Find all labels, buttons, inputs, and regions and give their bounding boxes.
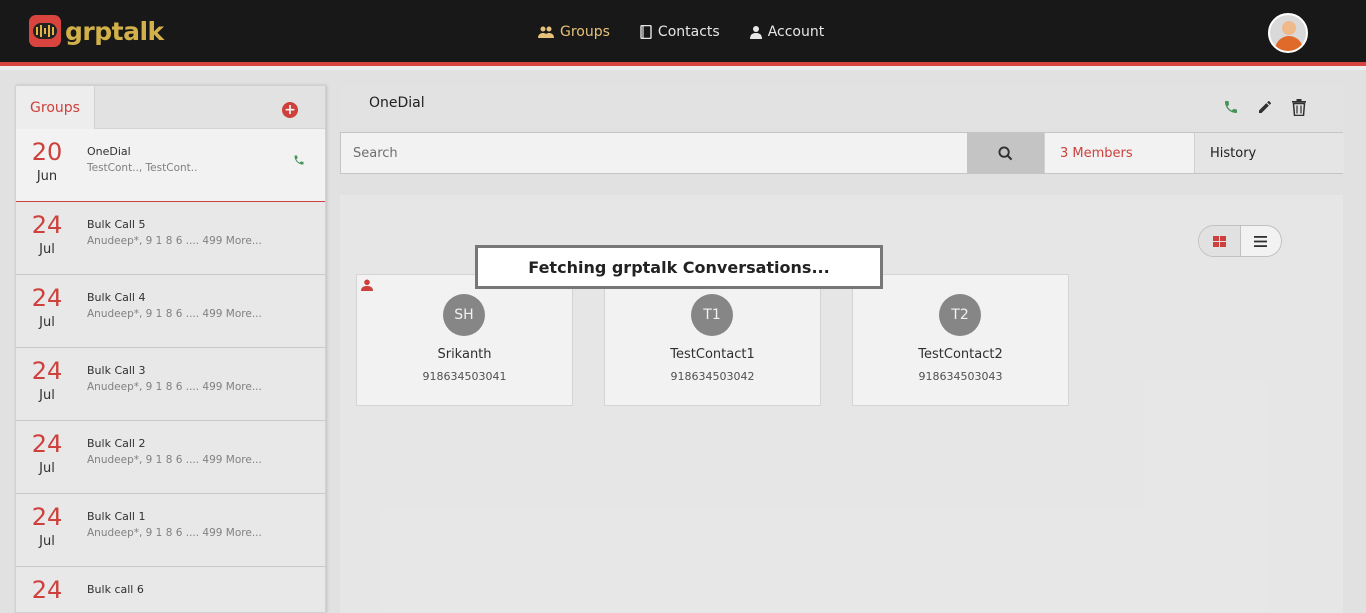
- nav-groups-label: Groups: [560, 24, 610, 40]
- main-nav: Groups Contacts Account: [538, 24, 824, 40]
- nav-contacts-label: Contacts: [657, 24, 720, 40]
- address-book-icon: [640, 25, 652, 39]
- nav-account[interactable]: Account: [749, 24, 825, 40]
- nav-account-label: Account: [767, 24, 825, 40]
- top-navbar: grptalk Groups Contacts Account: [0, 0, 1366, 66]
- nav-contacts[interactable]: Contacts: [640, 24, 720, 40]
- logo-text: grptalk: [65, 16, 164, 46]
- loading-message: Fetching grptalk Conversations...: [475, 245, 883, 289]
- loading-overlay: [0, 70, 1366, 613]
- user-icon: [749, 26, 762, 39]
- users-icon: [538, 26, 554, 38]
- user-avatar[interactable]: [1268, 13, 1308, 53]
- logo-mark-icon: [29, 15, 61, 47]
- nav-groups[interactable]: Groups: [538, 24, 610, 40]
- grptalk-logo[interactable]: grptalk: [29, 15, 164, 47]
